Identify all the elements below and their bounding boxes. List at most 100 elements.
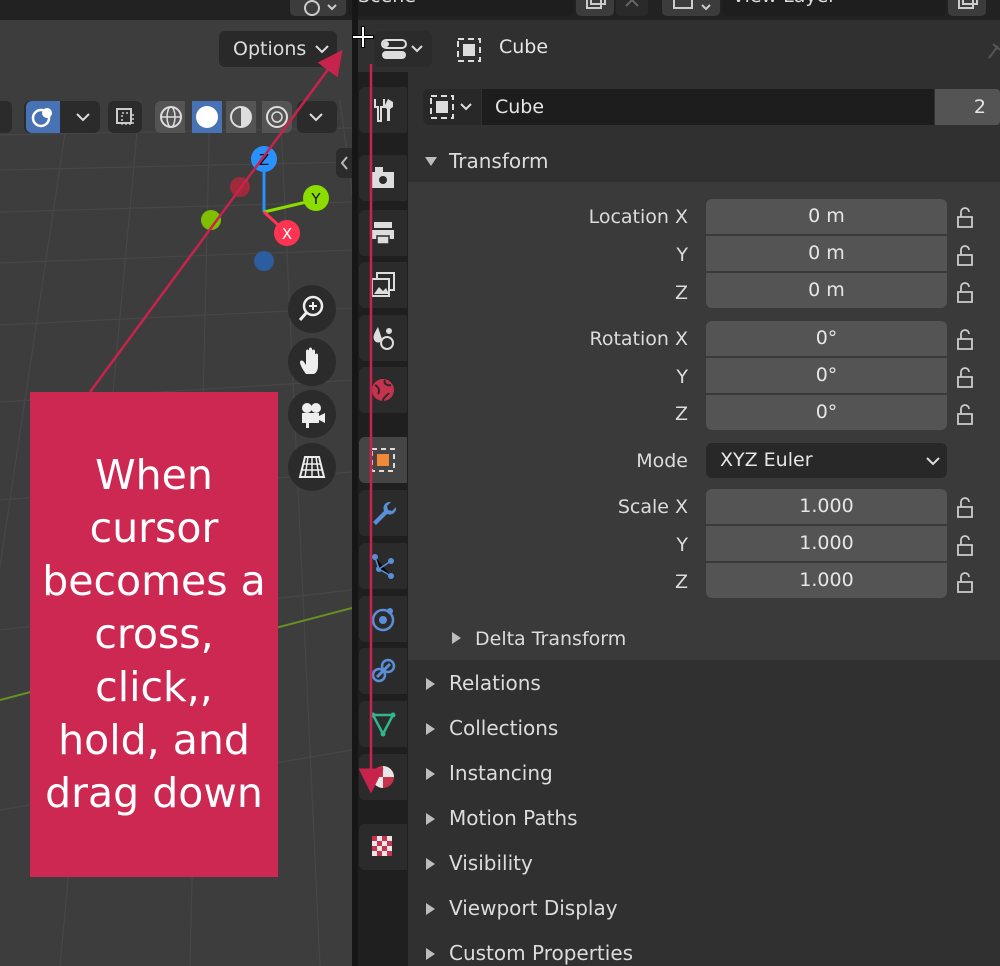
location-x-label: Location X <box>588 206 688 228</box>
wireframe-shading-button[interactable] <box>155 101 185 133</box>
material-preview-button[interactable] <box>226 101 256 133</box>
view-menu-button[interactable] <box>0 101 12 133</box>
lock-scale-z-icon[interactable] <box>955 570 979 594</box>
lock-rotation-x-icon[interactable] <box>955 327 979 351</box>
scene-name-field[interactable]: Scene <box>348 0 574 16</box>
camera-view-button[interactable] <box>288 390 336 438</box>
panel-motion-paths[interactable]: Motion Paths <box>408 797 1000 841</box>
lock-rotation-y-icon[interactable] <box>955 365 979 389</box>
tab-texture[interactable] <box>359 824 407 870</box>
panel-title: Motion Paths <box>449 806 578 830</box>
view-layer-copy-button[interactable] <box>948 0 986 16</box>
overlay-toggle-group[interactable] <box>24 101 100 133</box>
view-layer-selector-button[interactable] <box>662 0 720 16</box>
lock-location-z-icon[interactable] <box>955 280 979 304</box>
render-icon <box>372 167 394 188</box>
lock-location-x-icon[interactable] <box>955 205 979 229</box>
lock-scale-y-icon[interactable] <box>955 533 979 557</box>
tab-object[interactable] <box>359 437 407 483</box>
scale-y-field[interactable]: 1.000 <box>706 526 947 561</box>
lock-rotation-z-icon[interactable] <box>955 402 979 426</box>
scene-remove-button[interactable] <box>616 0 648 16</box>
location-z-field[interactable]: 0 m <box>706 273 947 308</box>
object-icon <box>457 38 481 62</box>
sidebar-toggle-button[interactable] <box>336 148 352 178</box>
annotation-text: When cursor becomes a cross, click,, hol… <box>42 451 266 817</box>
properties-editor-icon <box>381 39 423 59</box>
scale-z-field[interactable]: 1.000 <box>706 563 947 598</box>
overlay-toggle-button[interactable] <box>26 101 60 133</box>
location-y-field[interactable]: 0 m <box>706 236 947 271</box>
rotation-x-field[interactable]: 0° <box>706 321 947 356</box>
panel-custom-properties[interactable]: Custom Properties <box>408 932 1000 966</box>
scale-x-field[interactable]: 1.000 <box>706 489 947 524</box>
panel-visibility[interactable]: Visibility <box>408 842 1000 886</box>
y-axis-label: Y <box>310 190 321 208</box>
object-name-field[interactable]: Cube <box>482 89 934 125</box>
location-y-label: Y <box>676 244 688 266</box>
panel-relations[interactable]: Relations <box>408 662 1000 706</box>
tab-data[interactable] <box>359 701 407 747</box>
delta-transform-title: Delta Transform <box>475 628 627 650</box>
scene-selector-button[interactable] <box>290 0 346 16</box>
pan-button[interactable] <box>288 338 336 386</box>
rotation-z-label: Z <box>674 403 688 425</box>
tab-output[interactable] <box>359 210 407 256</box>
solid-sphere-icon <box>196 106 218 128</box>
chevron-left-icon <box>340 156 348 170</box>
tab-constraints[interactable] <box>359 648 407 694</box>
rotation-mode-dropdown[interactable]: XYZ Euler <box>706 443 947 478</box>
tab-particles[interactable] <box>359 543 407 589</box>
tab-scene[interactable] <box>359 315 407 361</box>
perspective-toggle-button[interactable] <box>288 443 336 491</box>
collapsed-arrow-icon <box>452 632 461 644</box>
rotation-x-label: Rotation X <box>589 328 688 350</box>
rendered-shading-button[interactable] <box>262 101 292 133</box>
tab-physics[interactable] <box>359 596 407 642</box>
rotation-z-field[interactable]: 0° <box>706 395 947 430</box>
neg-x-axis-handle[interactable] <box>230 177 250 197</box>
users-count-field[interactable]: 2 <box>935 89 1000 125</box>
transform-panel-header[interactable]: Transform <box>408 140 1000 182</box>
panel-collections[interactable]: Collections <box>408 707 1000 751</box>
particles-icon <box>372 554 394 579</box>
panel-instancing[interactable]: Instancing <box>408 752 1000 796</box>
collapsed-arrow-icon <box>426 858 435 870</box>
tab-view-layer[interactable] <box>359 262 407 308</box>
neg-z-axis-handle[interactable] <box>254 251 274 271</box>
material-icon <box>372 766 394 788</box>
zoom-button[interactable] <box>288 285 336 333</box>
panel-title: Relations <box>449 671 541 695</box>
rotation-y-field[interactable]: 0° <box>706 358 947 393</box>
tab-world[interactable] <box>359 367 407 413</box>
pin-icon[interactable] <box>986 40 1000 62</box>
editor-type-button[interactable] <box>374 31 432 67</box>
solid-shading-button[interactable] <box>192 101 222 133</box>
lock-location-y-icon[interactable] <box>955 243 979 267</box>
lock-scale-x-icon[interactable] <box>955 495 979 519</box>
shading-options-button[interactable] <box>297 101 337 133</box>
collapsed-arrow-icon <box>426 948 435 960</box>
tab-render[interactable] <box>359 155 407 201</box>
tab-modifiers[interactable] <box>359 490 407 536</box>
camera-icon <box>302 403 325 428</box>
tab-tool[interactable] <box>359 87 407 133</box>
copy-icon <box>586 0 606 9</box>
delta-transform-subpanel-header[interactable]: Delta Transform <box>430 620 1000 658</box>
z-axis-label: Z <box>259 151 269 169</box>
printer-icon <box>372 222 394 245</box>
scene-copy-button[interactable] <box>576 0 614 16</box>
collapsed-arrow-icon <box>426 723 435 735</box>
mesh-data-icon <box>370 712 396 737</box>
options-dropdown[interactable]: Options <box>219 31 337 67</box>
location-x-field[interactable]: 0 m <box>706 199 947 234</box>
close-icon <box>625 0 639 7</box>
neg-y-axis-handle[interactable] <box>201 210 221 230</box>
tab-material[interactable] <box>359 754 407 800</box>
view-layer-name-field[interactable]: View Layer <box>722 0 946 16</box>
wireframe-sphere-icon <box>160 106 182 128</box>
panel-viewport-display[interactable]: Viewport Display <box>408 887 1000 931</box>
xray-toggle-button[interactable] <box>108 101 142 133</box>
object-data-browse-button[interactable] <box>423 89 481 125</box>
navigation-gizmo[interactable]: Z Y X <box>190 140 340 280</box>
